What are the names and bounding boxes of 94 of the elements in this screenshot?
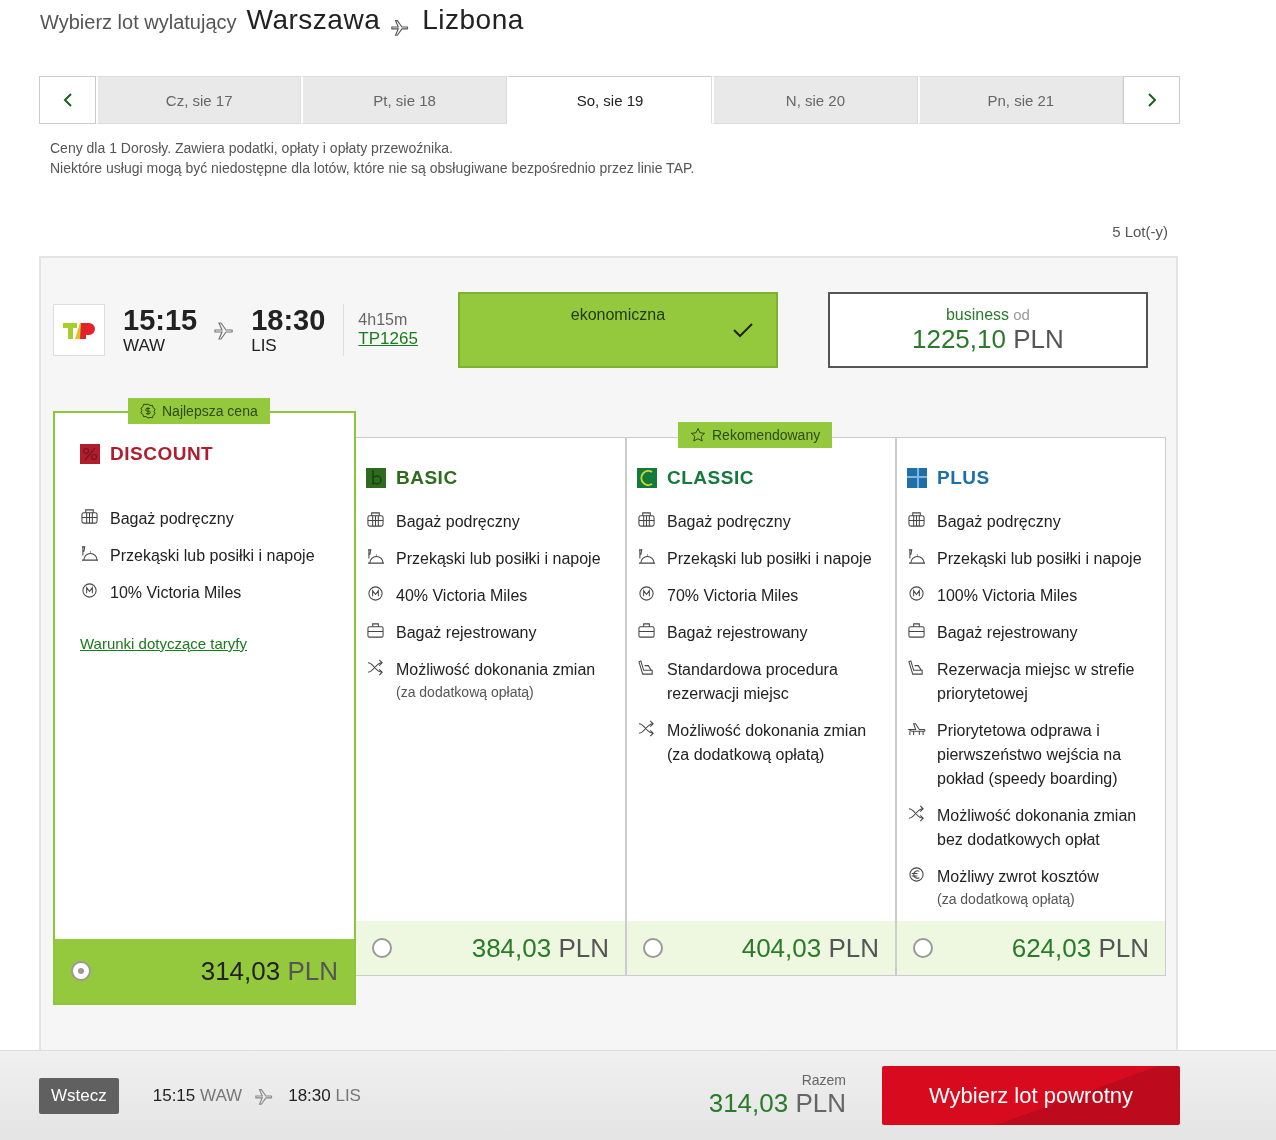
shuffle-icon — [637, 720, 656, 737]
fare-conditions-link[interactable]: Warunki dotyczące taryfy — [80, 635, 247, 652]
fare-name: PLUS — [937, 467, 990, 489]
cabin-option[interactable]: business od 1225,10 PLN — [827, 292, 1148, 368]
fare-radio[interactable] — [71, 961, 91, 981]
fare-radio[interactable] — [372, 938, 392, 958]
fare-feature: 10% Victoria Miles — [110, 583, 242, 603]
miles-icon — [366, 585, 385, 602]
suitcase-icon — [907, 622, 926, 639]
suitcase-icon — [366, 622, 385, 639]
departure-airport: WAW — [123, 336, 167, 356]
fare-feature: Przekąski lub posiłki i napoje — [396, 549, 601, 569]
fare-price: 384,03 PLN — [471, 932, 609, 964]
continue-button[interactable]: Wybierz lot powrotny — [882, 1066, 1180, 1125]
fare-name: BASIC — [396, 467, 458, 489]
feature-note: (za dodatkową opłatą) — [396, 683, 535, 702]
meal-icon — [366, 548, 385, 565]
bag-icon — [907, 511, 926, 528]
fare-badge: Najlepsza cena — [128, 398, 270, 424]
euro-icon — [907, 866, 926, 883]
flight-count: 5 Lot(-y) — [1112, 223, 1168, 242]
fare-name: DISCOUNT — [110, 443, 214, 465]
next-button[interactable] — [1123, 76, 1181, 124]
seat-icon — [907, 659, 926, 676]
bag-icon — [80, 508, 99, 525]
fare-feature: Bagaż podręczny — [667, 512, 791, 532]
departure-summary: 15:15 WAW — [152, 1085, 243, 1106]
fare-feature: Rezerwacja miejsc w strefie priorytetowej — [937, 660, 1136, 704]
airline-logo — [53, 304, 105, 356]
fare-feature: Bagaż rejestrowany — [667, 623, 808, 643]
chevron-right-icon — [1146, 92, 1157, 108]
meal-icon — [637, 548, 656, 565]
seat-icon — [637, 659, 656, 676]
bag-icon — [637, 511, 656, 528]
fare-feature: Bagaż podręczny — [937, 512, 1061, 532]
fare-feature: Standardowa procedura rezerwacji miejsc — [667, 660, 839, 704]
fare-feature: Przekąski lub posiłki i napoje — [937, 549, 1142, 569]
destination-city: Lizbona — [422, 4, 524, 36]
date-tab[interactable]: Pt, sie 18 — [301, 76, 507, 124]
check-icon — [731, 322, 754, 338]
fare-card[interactable]: BASIC Bagaż podręczny Przekąski lub posiłki i napoje 40% Victoria Miles Bagaż rejestrowany Możliwość dokonania zmian (za dodatkową opłatą) 384,03 PLN — [356, 437, 626, 976]
back-button[interactable]: Wstecz — [39, 1077, 119, 1114]
date-tab[interactable]: N, sie 20 — [712, 76, 918, 124]
origin-city: Warszawa — [246, 4, 381, 36]
shuffle-icon — [907, 805, 926, 822]
page-title: Wybierz lot wylatujący — [40, 11, 237, 34]
arrival-airport: LIS — [251, 336, 278, 356]
fare-note: Ceny dla 1 Dorosły. Zawiera podatki, opłaty i opłaty przewoźnika. — [50, 140, 454, 156]
feature-note: (za dodatkową opłatą) — [937, 890, 1076, 909]
fare-feature: Przekąski lub posiłki i napoje — [110, 546, 315, 566]
meal-icon — [80, 545, 99, 562]
fare-feature: 70% Victoria Miles — [667, 586, 799, 606]
arrival-time: 18:30 — [251, 304, 326, 336]
fare-card[interactable] — [896, 437, 1166, 976]
flight-number-link[interactable]: TP1265 — [358, 329, 418, 349]
fare-radio[interactable] — [643, 938, 663, 958]
date-tab[interactable]: Pn, sie 21 — [917, 76, 1124, 124]
cabin-option[interactable]: ekonomiczna — [457, 292, 778, 368]
fare-note: Niektóre usługi mogą być niedostępne dla lotów, które nie są obsługiwane bezpośrednio przez linie TAP. — [50, 160, 696, 176]
fare-feature: Bagaż rejestrowany — [396, 623, 537, 643]
airplane-icon — [907, 720, 926, 737]
bag-icon — [366, 511, 385, 528]
arrival-summary: 18:30 LIS — [288, 1085, 361, 1106]
fare-feature: Możliwy zwrot kosztów — [937, 867, 1099, 887]
miles-icon — [907, 585, 926, 602]
fare-feature: Możliwość dokonania zmian bez dodatkowych opłat — [937, 806, 1138, 850]
fare-feature: Możliwość dokonania zmian (za dodatkową opłatą) — [667, 721, 868, 765]
miles-icon — [637, 585, 656, 602]
fare-feature: 40% Victoria Miles — [396, 586, 528, 606]
previous-button[interactable] — [39, 76, 96, 124]
fare-price: 314,03 PLN — [200, 955, 338, 987]
fare-radio[interactable] — [913, 938, 933, 958]
date-tab[interactable]: So, sie 19 — [506, 76, 713, 124]
departure-time: 15:15 — [123, 304, 198, 336]
fare-feature: Bagaż rejestrowany — [937, 623, 1078, 643]
fare-badge: Rekomendowany — [678, 422, 833, 448]
fare-price: 404,03 PLN — [741, 932, 879, 964]
fare-feature: Możliwość dokonania zmian — [396, 660, 596, 680]
fare-price: 624,03 PLN — [1011, 932, 1149, 964]
miles-icon — [80, 582, 99, 599]
fare-feature: Bagaż podręczny — [396, 512, 520, 532]
shuffle-icon — [366, 659, 385, 676]
total-label: Razem — [801, 1072, 846, 1088]
suitcase-icon — [637, 622, 656, 639]
date-tab[interactable]: Cz, sie 17 — [96, 76, 302, 124]
fare-feature: Bagaż podręczny — [110, 509, 234, 529]
total-price: 314,03 PLN — [708, 1088, 846, 1119]
fare-name: CLASSIC — [667, 467, 754, 489]
fare-feature: 100% Victoria Miles — [937, 586, 1078, 606]
meal-icon — [907, 548, 926, 565]
flight-duration: 4h15m — [358, 311, 409, 329]
fare-feature: Przekąski lub posiłki i napoje — [667, 549, 872, 569]
fare-feature: Priorytetowa odprawa i pierwszeństwo wejścia na pokład (speedy boarding) — [937, 721, 1123, 789]
chevron-left-icon — [62, 92, 73, 108]
